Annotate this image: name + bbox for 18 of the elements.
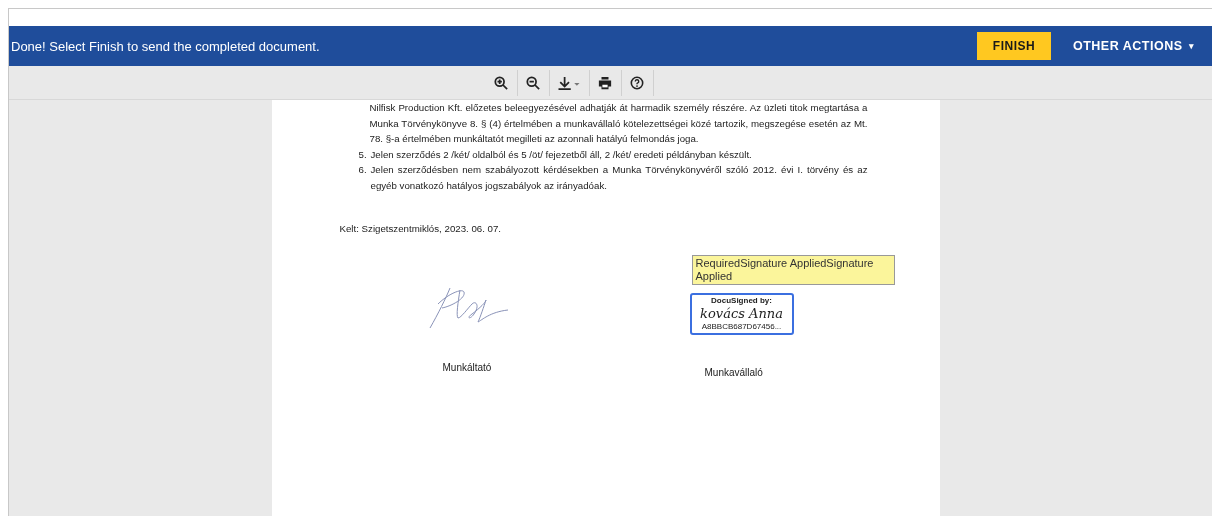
- print-icon: [598, 75, 612, 90]
- banner-message: Done! Select Finish to send the completed document.: [11, 38, 321, 54]
- zoom-out-icon: [526, 75, 540, 90]
- download-icon: [557, 75, 581, 90]
- list-item-text: Jelen szerződésben nem szabályozott kérdésekben a Munka Törvénykönyvéről szóló 2012. évi I. törvény és az egyéb vonatkozó hatályos jogszabályok az irányadóak.: [370, 163, 868, 193]
- help-icon: [630, 75, 644, 90]
- paragraph: Nilfisk Production Kft. előzetes beleegyezésével adhatják át harmadik személy részére. Az üzleti titok megtartása a Munka Törvénykönyve 8. § (4) értelmében a munkavállaló kötelezettségei közé tartozik, megszegése esetén az Mt. 78. §-a értelmében munkáltatót megilleti az azonnali hatályú felmondás joga.: [369, 101, 868, 146]
- finish-button[interactable]: FINISH: [977, 32, 1051, 60]
- list-item-text: Jelen szerződés 2 /két/ oldalból és 5 /öt/ fejezetből áll, 2 /két/ eredeti példányban készült.: [370, 147, 753, 162]
- other-actions-button[interactable]: OTHER ACTIONS ▾: [1067, 35, 1200, 57]
- list-number: 5.: [358, 147, 367, 162]
- list-number: 6.: [358, 163, 367, 177]
- signer-role: Munkáltató: [442, 360, 492, 375]
- docusign-stamp[interactable]: DocuSigned by: kovács Anna A8BBCB687D67456...: [689, 292, 794, 335]
- signer-role: Munkavállaló: [704, 365, 763, 380]
- date-line: Kelt: Szigetszentmiklós, 2023. 06. 07.: [339, 222, 503, 236]
- zoom-in-icon: [494, 75, 508, 90]
- signature-tag: RequiredSignature AppliedSignature Applied: [691, 254, 895, 285]
